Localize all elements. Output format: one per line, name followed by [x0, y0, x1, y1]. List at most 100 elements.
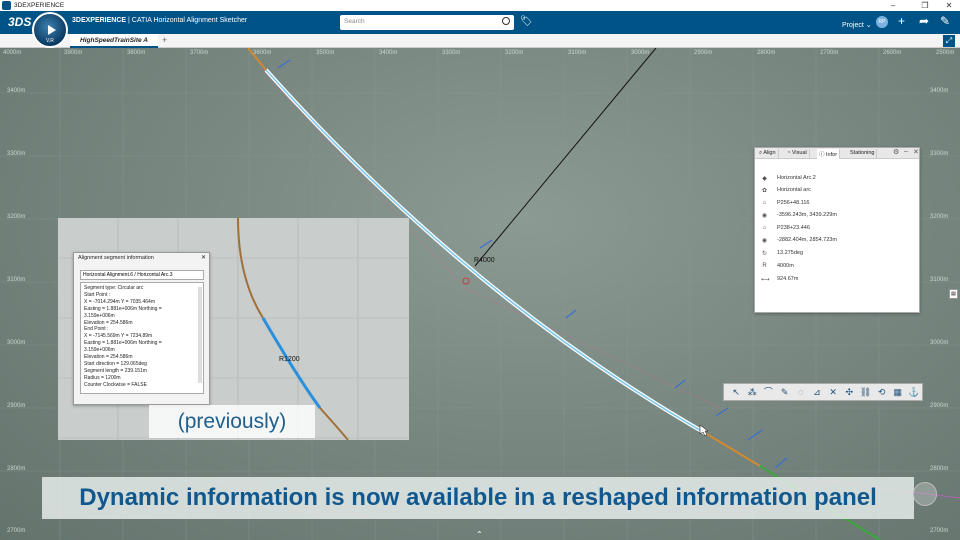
- inset-radius-label: R1200: [279, 356, 300, 363]
- os-title-bar: 3DEXPERIENCE – ❐ ✕: [0, 0, 960, 11]
- cross-tool-icon[interactable]: ✕: [825, 385, 841, 399]
- x-axis-label: 3800m: [127, 50, 146, 56]
- y-axis-label: 2900m: [930, 403, 949, 409]
- radius-icon: R: [762, 263, 767, 269]
- close-panel-icon[interactable]: ✕: [913, 148, 919, 156]
- dialog-title: Alignment segment information ✕: [78, 254, 206, 261]
- minimize-button[interactable]: –: [882, 0, 904, 11]
- chevron-up-icon[interactable]: ⌃: [476, 530, 483, 539]
- arc-tool-icon[interactable]: ⌒: [760, 385, 776, 399]
- angle-icon: ↻: [761, 250, 768, 257]
- info-row: ⌂ P238+23.446: [762, 225, 810, 231]
- window-title: 3DEXPERIENCE: [14, 2, 65, 9]
- tag-icon[interactable]: 🏷: [520, 16, 533, 27]
- y-axis-label: 2800m: [930, 466, 949, 472]
- end-station-icon: ⌂: [762, 225, 767, 231]
- side-panel-toggle-icon[interactable]: ▤: [949, 289, 958, 299]
- segment-selector[interactable]: Horizontal Alignment.6 / Horizontal Arc.…: [80, 270, 204, 280]
- add-icon[interactable]: +: [898, 14, 905, 28]
- brand-label: 3DEXPERIENCE: [72, 17, 127, 24]
- pen-tool-icon[interactable]: ✎: [777, 385, 793, 399]
- info-row: ◉ -2882.404m, 2854.723m: [761, 237, 837, 244]
- anchor-tool-icon[interactable]: ⚓: [906, 385, 922, 399]
- maximize-icon[interactable]: ⤢: [943, 35, 955, 47]
- measure-tool-icon[interactable]: ⟲: [874, 385, 890, 399]
- sketch-toolbar: ↖ ⁂ ⌒ ✎ ◌ ⊿ ✕ ✣ ⛓ ⟲ ▦ ⚓: [723, 383, 923, 401]
- tab-visual[interactable]: ◔ Visual: [785, 149, 810, 159]
- navigation-compass-icon[interactable]: [913, 482, 937, 506]
- info-row: ◉ -3596.243m, 3439.229m: [761, 212, 837, 219]
- y-axis-label: 3100m: [930, 277, 949, 283]
- end-point-icon: ◉: [761, 237, 768, 244]
- tools-icon[interactable]: ✎: [940, 14, 950, 28]
- x-axis-label: 3100m: [568, 50, 587, 56]
- tab-align[interactable]: ⌕ Align: [757, 149, 779, 159]
- point-tool-icon[interactable]: ⁂: [744, 385, 760, 399]
- y-axis-label: 3000m: [930, 340, 949, 346]
- y-axis-label: 3400m: [930, 88, 949, 94]
- tab-infor[interactable]: ⓘ Infor: [817, 149, 841, 159]
- table-tool-icon[interactable]: ▦: [890, 385, 906, 399]
- x-axis-label: 3500m: [316, 50, 335, 56]
- info-row: ◆ Horizontal Arc.2: [762, 175, 816, 182]
- x-axis-label: 2600m: [883, 50, 902, 56]
- information-panel: ⌕ Align ◔ Visual ⓘ Infor Stationing ⚙ – …: [754, 147, 920, 313]
- dialog-info-text: Segment type: Circular arc Start Point :…: [80, 282, 204, 394]
- x-axis-label: 3200m: [505, 50, 524, 56]
- snap-tool-icon[interactable]: ✣: [841, 385, 857, 399]
- avatar[interactable]: RP: [876, 16, 888, 28]
- y-axis-label: 2700m: [7, 528, 26, 534]
- play-icon: [48, 25, 56, 35]
- info-row: ⟷ 924.67m: [761, 276, 799, 283]
- ds-logo-icon[interactable]: 3DS: [8, 15, 31, 29]
- share-icon[interactable]: ➦: [919, 14, 929, 28]
- x-axis-label: 3900m: [64, 50, 83, 56]
- app-logo-icon: [2, 1, 11, 10]
- x-axis-label: 2500m: [936, 50, 955, 56]
- x-axis-label: 2700m: [820, 50, 839, 56]
- y-axis-label: 2700m: [930, 528, 949, 534]
- close-icon[interactable]: ✕: [201, 254, 206, 261]
- circle-tool-icon[interactable]: ◌: [793, 385, 809, 399]
- close-button[interactable]: ✕: [938, 0, 960, 11]
- search-input[interactable]: Search: [340, 15, 514, 30]
- select-tool-icon[interactable]: ↖: [728, 385, 744, 399]
- type-icon: ✿: [761, 187, 768, 194]
- y-axis-label: 3400m: [7, 88, 26, 94]
- app-name: CATIA Horizontal Alignment Sketcher: [131, 17, 248, 24]
- add-tab-button[interactable]: +: [162, 35, 167, 45]
- y-axis-label: 3100m: [7, 277, 26, 283]
- app-title: 3DEXPERIENCE | CATIA Horizontal Alignmen…: [72, 17, 248, 24]
- tag-icon: ◆: [762, 175, 767, 182]
- alignment-segment-dialog: Alignment segment information ✕ Horizonta…: [73, 252, 210, 405]
- cursor-icon: [699, 424, 709, 437]
- app-header: 3DS 3DEXPERIENCE | CATIA Horizontal Alig…: [0, 11, 960, 34]
- project-dropdown[interactable]: Project ⌄: [842, 21, 872, 29]
- video-caption: Dynamic information is now available in …: [42, 477, 914, 519]
- search-icon[interactable]: [502, 17, 510, 25]
- info-panel-tabs: ⌕ Align ◔ Visual ⓘ Infor Stationing ⚙ – …: [755, 148, 919, 159]
- y-axis-label: 3300m: [930, 151, 949, 157]
- y-axis-label: 3300m: [7, 151, 26, 157]
- tab-stationing[interactable]: Stationing: [848, 149, 878, 159]
- start-station-icon: ⌂: [762, 200, 767, 206]
- y-axis-label: 3200m: [7, 214, 26, 220]
- y-axis-label: 2800m: [7, 466, 26, 472]
- restore-button[interactable]: ❐: [914, 0, 936, 11]
- info-row: R 4000m: [762, 263, 794, 269]
- minimize-panel-icon[interactable]: –: [904, 148, 908, 155]
- y-axis-label: 3200m: [930, 214, 949, 220]
- y-axis-label: 3000m: [7, 340, 26, 346]
- x-axis-label: 4000m: [3, 50, 22, 56]
- settings-icon[interactable]: ⚙: [893, 148, 899, 156]
- info-row: ⌂ P256+48.116: [762, 200, 810, 206]
- x-axis-label: 2900m: [694, 50, 713, 56]
- length-icon: ⟷: [761, 276, 770, 283]
- tab-highspeedtrainsite[interactable]: HighSpeedTrainSite A: [70, 34, 158, 48]
- tab-strip: HighSpeedTrainSite A + ⤢: [0, 34, 960, 48]
- compass-widget[interactable]: V,R: [32, 12, 68, 48]
- dialog-scrollbar[interactable]: [198, 287, 202, 383]
- line-tool-icon[interactable]: ⊿: [809, 385, 825, 399]
- constraint-tool-icon[interactable]: ⛓: [857, 385, 873, 399]
- start-point-icon: ◉: [761, 212, 768, 219]
